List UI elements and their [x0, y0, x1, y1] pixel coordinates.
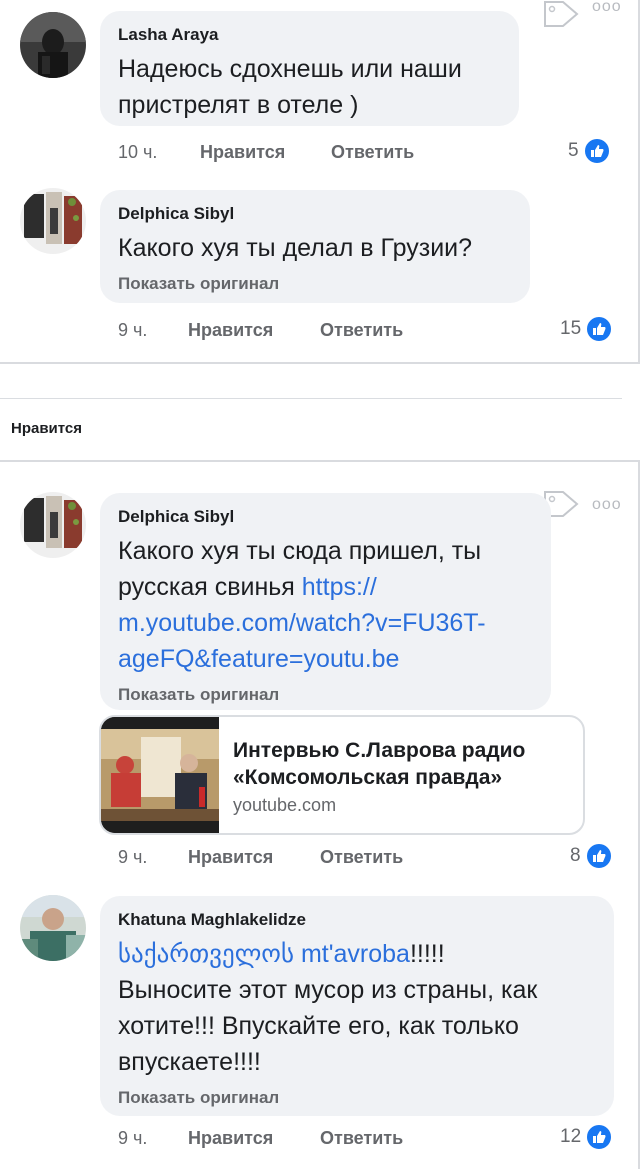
reaction-count[interactable]: 8 [570, 842, 613, 870]
preview-title-line: «Комсомольская правда» [233, 766, 503, 789]
avatar[interactable] [20, 12, 86, 78]
comment-bubble: Lasha Araya Надеюсь сдохнешь или наши пр… [100, 11, 519, 126]
comment-text-line: впускаете!!!! [118, 1048, 261, 1076]
comment-text: საქართველოს mt'avroba!!!!! Выносите этот… [118, 936, 596, 1080]
comment-text-line: пристрелят в отеле ) [118, 91, 359, 119]
comment-text-line: хотите!!! Впускайте его, как только [118, 1012, 519, 1040]
comment-link[interactable]: საქართველოს mt'avroba [118, 940, 410, 968]
like-thumb-icon [585, 1123, 614, 1151]
comment-bubble: Delphica Sibyl Какого хуя ты делал в Гру… [100, 190, 530, 303]
preview-domain: youtube.com [233, 795, 337, 815]
comment-text-plain: !!!!! [409, 940, 445, 968]
preview-title: Интервью С.Лаврова радио «Комсомольская … [233, 737, 573, 791]
comment-text: Какого хуя ты сюда пришел, ты русская св… [118, 533, 533, 677]
comment-text-line: Какого хуя ты сюда пришел, ты [118, 537, 482, 565]
comment-actions: 10 ч. Нравится Ответить [118, 140, 448, 164]
like-button[interactable]: Нравится [188, 1126, 273, 1150]
comment-actions: 9 ч. Нравится Ответить [118, 1126, 448, 1150]
reply-button[interactable]: Ответить [331, 140, 414, 164]
reaction-count[interactable]: 15 [560, 315, 614, 343]
show-original-link[interactable]: Показать оригинал [118, 685, 533, 705]
like-thumb-icon [585, 315, 614, 343]
like-thumb-icon [582, 137, 611, 165]
comment-link[interactable]: ageFQ&feature=youtu.be [118, 641, 533, 677]
section-gap [0, 366, 640, 460]
comment-author[interactable]: Delphica Sibyl [118, 204, 512, 224]
link-preview[interactable]: Интервью С.Лаврова радио «Комсомольская … [99, 715, 585, 835]
reaction-count[interactable]: 5 [568, 137, 611, 165]
reply-button[interactable]: Ответить [320, 1126, 403, 1150]
comment-time[interactable]: 9 ч. [118, 1126, 147, 1150]
preview-title-line: Интервью С.Лаврова радио [233, 739, 526, 762]
reaction-count-value: 12 [560, 1126, 582, 1147]
reaction-count[interactable]: 12 [560, 1123, 614, 1151]
comment-author[interactable]: Delphica Sibyl [118, 507, 533, 527]
comment-text-plain: русская свинья [118, 573, 302, 601]
likes-section-label[interactable]: Нравится [11, 420, 82, 437]
comment-text-line: Выносите этот мусор из страны, как [118, 976, 538, 1004]
reply-button[interactable]: Ответить [320, 318, 403, 342]
comment-text-line: საქართველოს mt'avroba!!!!! [118, 936, 596, 972]
show-original-link[interactable]: Показать оригинал [118, 1088, 596, 1108]
like-button[interactable]: Нравится [200, 140, 285, 164]
comment-text: Какого хуя ты делал в Грузии? [118, 234, 473, 262]
reply-button[interactable]: Ответить [320, 845, 403, 869]
like-button[interactable]: Нравится [188, 318, 273, 342]
comment-time[interactable]: 9 ч. [118, 318, 147, 342]
avatar[interactable] [20, 492, 86, 558]
comment-link[interactable]: m.youtube.com/watch?v=FU36T- [118, 605, 533, 641]
comment-author[interactable]: Khatuna Maghlakelidze [118, 910, 596, 930]
comment-author[interactable]: Lasha Araya [118, 25, 501, 45]
divider [0, 398, 622, 399]
comment-time[interactable]: 10 ч. [118, 140, 157, 164]
reaction-count-value: 8 [570, 845, 581, 866]
comment-actions: 9 ч. Нравится Ответить [118, 845, 448, 869]
show-original-link[interactable]: Показать оригинал [118, 274, 512, 294]
comment-actions: 9 ч. Нравится Ответить [118, 318, 448, 342]
comment-text-line: русская свинья https:// [118, 569, 533, 605]
reaction-count-value: 5 [568, 140, 579, 161]
more-options-icon[interactable]: ooo [592, 496, 622, 514]
preview-thumbnail [101, 717, 219, 833]
more-options-icon[interactable]: ooo [592, 0, 622, 16]
avatar[interactable] [20, 188, 86, 254]
comment-text: Надеюсь сдохнешь или наши пристрелят в о… [118, 51, 501, 123]
tag-icon[interactable] [541, 0, 581, 28]
comments-page: ooo Lasha Araya Надеюсь сдохнешь или наш… [0, 0, 640, 1169]
reaction-count-value: 15 [560, 318, 582, 339]
avatar[interactable] [20, 895, 86, 961]
comment-bubble: Khatuna Maghlakelidze საქართველოს mt'avr… [100, 896, 614, 1116]
comment-time[interactable]: 9 ч. [118, 845, 147, 869]
comment-link[interactable]: https:// [302, 573, 377, 601]
comment-text-line: Надеюсь сдохнешь или наши [118, 55, 462, 83]
like-button[interactable]: Нравится [188, 845, 273, 869]
like-thumb-icon [584, 842, 613, 870]
comment-bubble: Delphica Sibyl Какого хуя ты сюда пришел… [100, 493, 551, 710]
